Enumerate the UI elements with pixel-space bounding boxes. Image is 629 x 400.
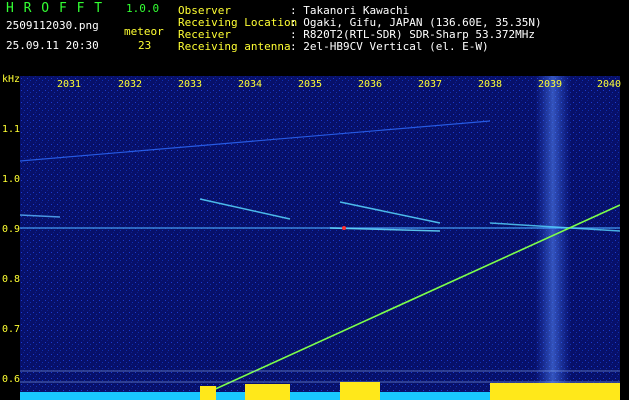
meteor-count: 23 (138, 39, 152, 52)
spectrogram-background (20, 76, 620, 400)
app-version: 1.0.0 (126, 2, 160, 15)
meteor-label: meteor (124, 25, 164, 38)
spectrogram-panel (20, 76, 620, 400)
x-tick-label: 2035 (298, 79, 323, 90)
noise-bar (340, 382, 380, 400)
y-tick-label: 1.0 (2, 174, 21, 185)
app-logo: H R O F F T (6, 1, 104, 16)
y-tick-label: 0.8 (2, 274, 21, 285)
interference-band (535, 76, 571, 386)
x-tick-label: 2033 (178, 79, 203, 90)
x-tick-label: 2031 (57, 79, 82, 90)
header-panel: H R O F F T 1.0.0 2509112030.png 25.09.1… (0, 0, 629, 85)
noise-bar (490, 383, 620, 400)
noise-bar (200, 386, 216, 400)
noise-bar (245, 384, 290, 400)
image-filename: 2509112030.png (6, 19, 99, 32)
x-tick-label: 2039 (538, 79, 563, 90)
x-axis: 2031 2032 2033 2034 2035 2036 2037 2038 … (0, 79, 629, 93)
x-tick-label: 2040 (597, 79, 622, 90)
x-tick-label: 2038 (478, 79, 503, 90)
y-tick-label: 0.7 (2, 324, 21, 335)
x-tick-label: 2037 (418, 79, 443, 90)
echo-peak (342, 226, 346, 230)
capture-datetime: 25.09.11 20:30 (6, 39, 99, 52)
x-tick-label: 2034 (238, 79, 263, 90)
x-tick-label: 2036 (358, 79, 383, 90)
antenna-label: Receiving antenna (178, 40, 291, 53)
antenna-value: : 2el-HB9CV Vertical (el. E-W) (290, 40, 489, 53)
y-tick-label: 0.6 (2, 374, 21, 385)
y-tick-label: 0.9 (2, 224, 21, 235)
y-tick-label: 1.1 (2, 124, 21, 135)
y-axis: 1.1 1.0 0.9 0.8 0.7 0.6 (0, 76, 20, 400)
x-tick-label: 2032 (118, 79, 143, 90)
spectrogram-canvas (20, 76, 620, 400)
